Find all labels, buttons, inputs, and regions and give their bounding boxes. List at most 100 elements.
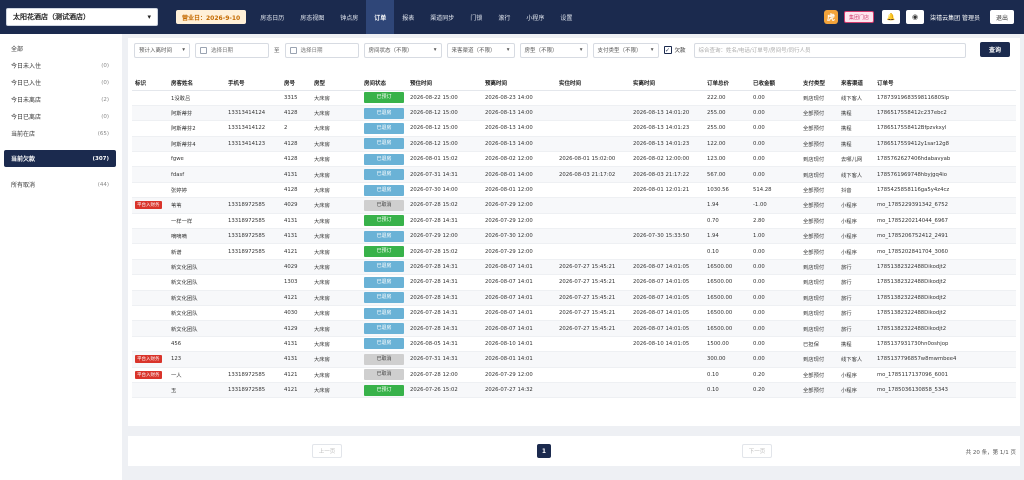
table-cell: 1786517558412c237ebc2 bbox=[874, 105, 1016, 122]
table-row[interactable]: 嘀嘀嘀 13318972585 4131 大床房 已退房 2026-07-29 12:00… bbox=[132, 228, 1016, 245]
table-cell: 到店现付 bbox=[800, 90, 838, 106]
table-cell: 2026-07-30 12:00 bbox=[482, 228, 556, 245]
sidebar-item-7[interactable]: 所有取消 (44) bbox=[4, 176, 116, 193]
sidebar-item-1[interactable]: 今日未入住 (0) bbox=[4, 57, 116, 74]
page-1-button[interactable]: 1 bbox=[537, 444, 551, 458]
end-date-input[interactable]: 选择日期 bbox=[284, 42, 359, 58]
prev-page-button[interactable]: 上一页 bbox=[312, 444, 342, 458]
table-cell: 大床房 bbox=[311, 367, 361, 383]
table-row[interactable]: 平台入财务 苇苇 13318972585 4029 大床房 已取消 2026-07-28 1… bbox=[132, 197, 1016, 214]
nav-item-9[interactable]: 设置 bbox=[552, 0, 580, 34]
table-cell: 1785137796857w8mwmbee4 bbox=[874, 351, 1016, 368]
room-type-select[interactable]: 房型（不限） ▾ bbox=[519, 42, 588, 58]
column-header: 实离时间 bbox=[630, 76, 704, 91]
table-cell: mo_1785229391342_6752 bbox=[874, 197, 1016, 214]
table-row[interactable]: 新谱 13318972585 4121 大床房 已预订 2026-07-28 15:02 2… bbox=[132, 243, 1016, 260]
table-row[interactable]: 玉 13318972585 4121 大床房 已预订 2026-07-26 15:02 20… bbox=[132, 382, 1016, 399]
table-cell: 小程序 bbox=[838, 228, 874, 245]
table-row[interactable]: fgwe 4128 大床房 已退房 2026-08-01 15:02 2026-08-02… bbox=[132, 151, 1016, 168]
sidebar-item-4[interactable]: 今日已离店 (0) bbox=[4, 108, 116, 125]
table-row[interactable]: 1没敢吕 3315 大床房 已预订 2026-08-22 15:00 2026-08-23… bbox=[132, 90, 1016, 106]
search-input[interactable]: 综合查询：姓名/电话/订单号/房间号/同行人员 bbox=[693, 42, 966, 58]
table-cell: 1785425858116ga5y4z4cz bbox=[874, 182, 1016, 199]
table-cell: 阿斯蒂芬2 bbox=[168, 120, 225, 137]
table-cell: 到店现付 bbox=[800, 290, 838, 306]
table-cell: 0.70 bbox=[704, 213, 750, 230]
nav-item-4[interactable]: 报表 bbox=[394, 0, 422, 34]
logout-button[interactable]: 退出 bbox=[989, 10, 1014, 24]
nav-item-0[interactable]: 房态日历 bbox=[252, 0, 292, 34]
table-row[interactable]: 新文化团队 1303 大床房 已退房 2026-07-28 14:31 2026-08-0… bbox=[132, 274, 1016, 291]
table-cell: 大床房 bbox=[311, 228, 361, 245]
nav-item-1[interactable]: 房态视图 bbox=[292, 0, 332, 34]
table-cell bbox=[225, 151, 281, 168]
nav-item-3[interactable]: 订单 bbox=[366, 0, 395, 34]
table-row[interactable]: 新文化团队 4129 大床房 已退房 2026-07-28 14:31 2026-08-0… bbox=[132, 320, 1016, 337]
table-row[interactable]: 阿斯蒂芬 13313414124 4128 大床房 已退房 2026-08-12 15:0… bbox=[132, 105, 1016, 122]
channel-select[interactable]: 来客渠道（不限） ▾ bbox=[446, 42, 515, 58]
table-cell: 全部预付 bbox=[800, 382, 838, 399]
arrears-checkbox[interactable]: ✓ 欠款 bbox=[663, 46, 686, 54]
table-row[interactable]: 新文化团队 4029 大床房 已退房 2026-07-28 14:31 2026-08-0… bbox=[132, 259, 1016, 276]
table-cell: 2026-08-12 15:00 bbox=[407, 120, 482, 137]
room-status-badge: 已退房 bbox=[364, 307, 404, 319]
table-cell bbox=[225, 336, 281, 353]
nav-item-6[interactable]: 门锁 bbox=[462, 0, 490, 34]
group-store-button[interactable]: 集团门店 bbox=[844, 11, 875, 23]
hotel-select[interactable]: 太阳花酒店（测试酒店） ▾ bbox=[6, 8, 158, 26]
tiger-logo-icon: 虎 bbox=[824, 10, 839, 24]
nav-item-7[interactable]: 滚行 bbox=[490, 0, 518, 34]
table-cell: 大床房 bbox=[311, 243, 361, 260]
next-page-button[interactable]: 下一页 bbox=[742, 444, 772, 458]
table-cell: fdasf bbox=[168, 166, 225, 183]
table-cell bbox=[225, 290, 281, 306]
sidebar-item-3[interactable]: 今日未离店 (2) bbox=[4, 91, 116, 108]
table-row[interactable]: 平台入财务 一人 13318972585 4121 大床房 已取消 2026-07-28 1… bbox=[132, 367, 1016, 383]
table-cell: 全部预付 bbox=[800, 367, 838, 383]
table-cell: 13318972585 bbox=[225, 243, 281, 260]
sidebar-item-5[interactable]: 当前在店 (65) bbox=[4, 125, 116, 142]
table-cell bbox=[556, 243, 630, 260]
table-row[interactable]: fdasf 4131 大床房 已退房 2026-07-31 14:31 2026-08-0… bbox=[132, 166, 1016, 183]
sidebar-item-0[interactable]: 全部 bbox=[4, 40, 116, 57]
table-cell: 2026-08-01 12:01:21 bbox=[630, 182, 704, 199]
table-cell: 4128 bbox=[281, 105, 311, 122]
table-cell: 2026-08-07 14:01:05 bbox=[630, 305, 704, 322]
table-row[interactable]: 阿斯蒂芬2 13313414122 2 大床房 已退房 2026-08-12 15:00 2… bbox=[132, 120, 1016, 137]
nav-item-8[interactable]: 小程序 bbox=[518, 0, 552, 34]
sidebar-item-6[interactable]: 当前欠款 (307) bbox=[4, 150, 116, 167]
table-row[interactable]: 新文化团队 4121 大床房 已退房 2026-07-28 14:31 2026-08-0… bbox=[132, 290, 1016, 306]
sidebar-item-count: (0) bbox=[101, 79, 109, 86]
table-cell: 4129 bbox=[281, 320, 311, 337]
nav-item-2[interactable]: 钟点房 bbox=[332, 0, 366, 34]
bell-icon[interactable]: 🔔 bbox=[882, 10, 901, 24]
table-row[interactable]: 456 4131 大床房 已退房 2026-08-05 14:31 2026-08-10 … bbox=[132, 336, 1016, 353]
table-row[interactable]: 平台入财务 123 4131 大床房 已取消 2026-07-31 14:31 2026-0… bbox=[132, 351, 1016, 368]
table-cell: 2026-08-12 15:00 bbox=[407, 136, 482, 153]
table-row[interactable]: 一样一样 13318972585 4131 大床房 已预订 2026-07-28 14:3… bbox=[132, 213, 1016, 230]
payment-select[interactable]: 支付类型（不限） ▾ bbox=[592, 42, 659, 58]
sidebar-item-label: 当前欠款 bbox=[11, 156, 36, 163]
table-cell: 全部预付 bbox=[800, 228, 838, 245]
table-cell: 2026-07-29 12:00 bbox=[407, 228, 482, 245]
sidebar-item-count: (0) bbox=[101, 113, 109, 120]
query-button[interactable]: 查询 bbox=[980, 42, 1010, 57]
table-row[interactable]: 张婷婷 4128 大床房 已退房 2026-07-30 14:00 2026-08-01 … bbox=[132, 182, 1016, 199]
chevron-down-icon: ▾ bbox=[506, 47, 510, 53]
table-cell: 1303 bbox=[281, 274, 311, 291]
table-cell: 线下客人 bbox=[838, 351, 874, 368]
table-cell: 大床房 bbox=[311, 351, 361, 368]
table-row[interactable]: 新文化团队 4030 大床房 已退房 2026-07-28 14:31 2026-08-0… bbox=[132, 305, 1016, 322]
table-cell: 大床房 bbox=[311, 213, 361, 230]
room-status-select[interactable]: 房间状态（不限） ▾ bbox=[363, 42, 442, 58]
business-date-badge: 营业日：2026-9-10 bbox=[176, 10, 247, 24]
table-cell bbox=[630, 90, 704, 106]
table-header: 标识 房客姓名 手机号 房号 房型 房间状态 预住时间 预离时间 实住时间 实离时间 订单总价 已收金… bbox=[132, 76, 1016, 91]
time-type-select[interactable]: 预计入离时间 ▾ bbox=[134, 42, 190, 58]
table-row[interactable]: 阿斯蒂芬4 13313414123 4128 大床房 已退房 2026-08-12 15:… bbox=[132, 136, 1016, 153]
avatar-icon[interactable]: ◉ bbox=[906, 10, 925, 24]
column-header: 手机号 bbox=[225, 76, 281, 91]
sidebar-item-2[interactable]: 今日已入住 (0) bbox=[4, 74, 116, 91]
nav-item-5[interactable]: 渠道同步 bbox=[422, 0, 462, 34]
start-date-input[interactable]: 选择日期 bbox=[195, 42, 269, 58]
